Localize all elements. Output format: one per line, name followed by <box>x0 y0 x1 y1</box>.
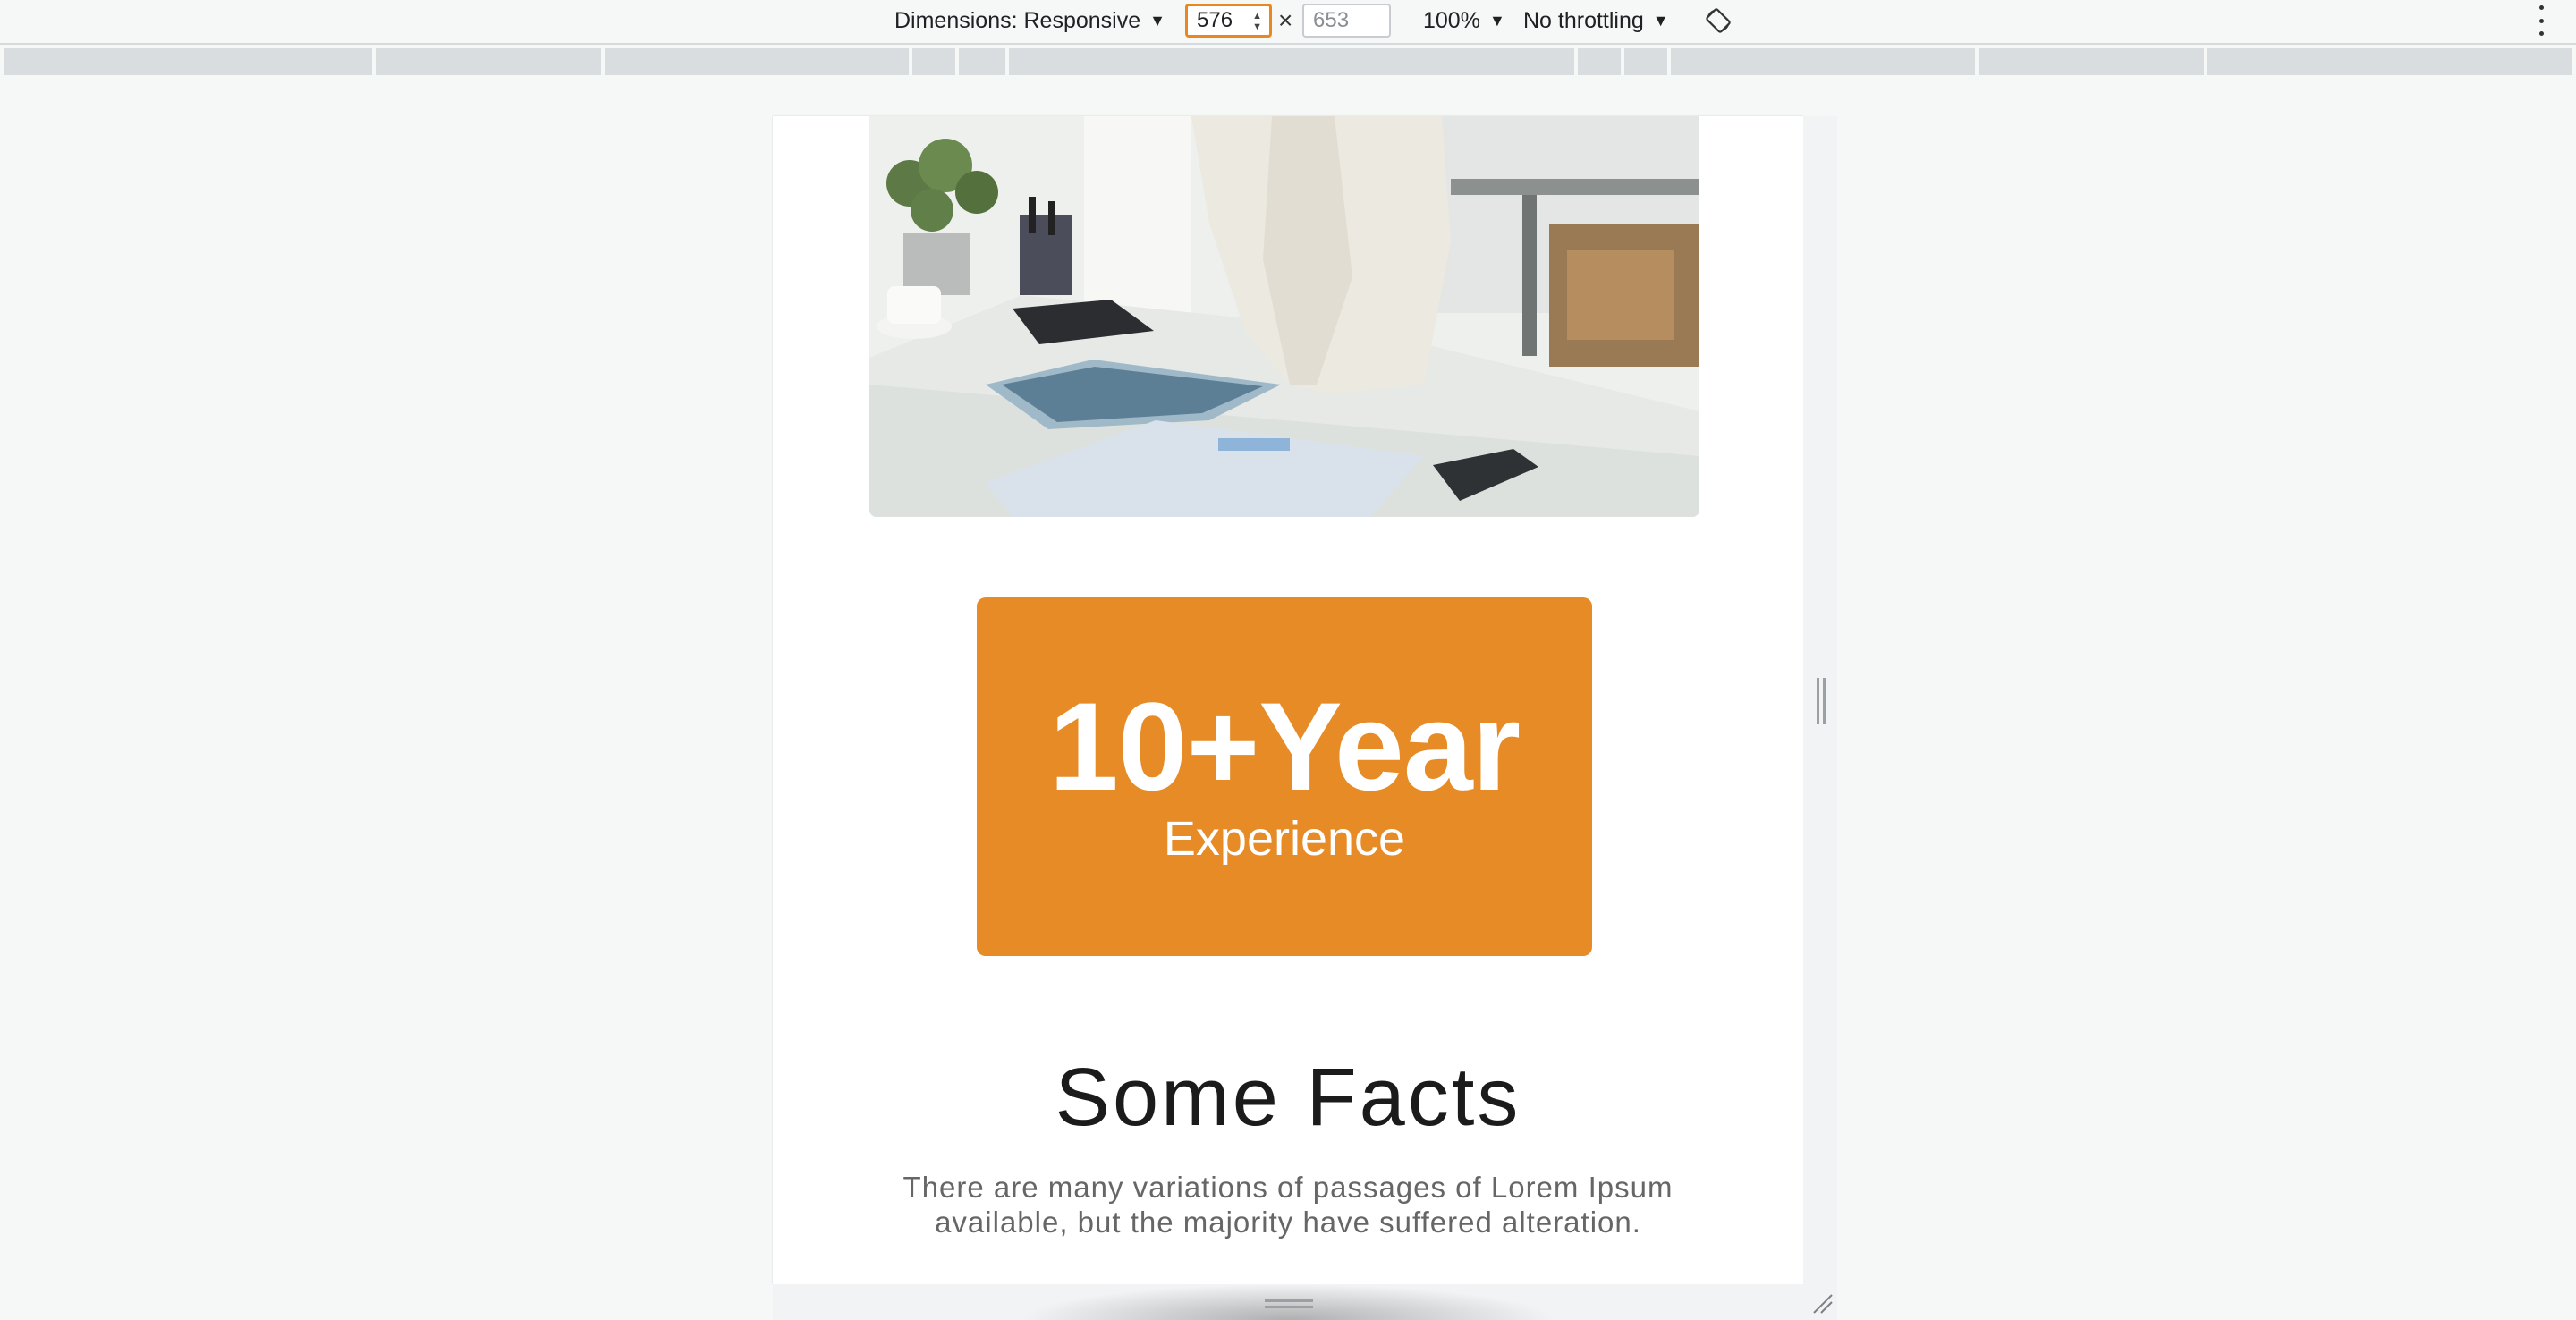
media-query-segment[interactable] <box>1009 48 1574 75</box>
media-query-segment[interactable] <box>1671 48 1975 75</box>
media-query-bar <box>4 48 2572 75</box>
facts-title: Some Facts <box>1055 1052 1521 1143</box>
media-query-segment[interactable] <box>912 48 955 75</box>
facts-text-line: available, but the majority have suffere… <box>935 1206 1641 1239</box>
corner-resize-icon[interactable] <box>1810 1291 1834 1315</box>
experience-label: Experience <box>1163 812 1406 866</box>
resize-handle-icon[interactable] <box>1817 678 1826 724</box>
media-query-segment[interactable] <box>4 48 372 75</box>
height-input[interactable]: 653 <box>1302 4 1391 38</box>
device-toolbar: Dimensions: Responsive ▼ 576 ▲ ▼ × 653 10… <box>0 0 2576 45</box>
chevron-down-icon: ▼ <box>1652 11 1669 30</box>
times-symbol: × <box>1278 6 1293 34</box>
width-input[interactable]: 576 ▲ ▼ <box>1185 4 1272 38</box>
resize-handle-icon[interactable] <box>1265 1299 1313 1308</box>
chevron-down-icon: ▼ <box>1149 11 1165 30</box>
experience-card: 10+Year Experience <box>977 597 1592 956</box>
throttling-label: No throttling <box>1523 7 1644 33</box>
experience-number: 10+Year <box>1048 676 1521 817</box>
office-desk-photo <box>869 116 1699 517</box>
media-query-segment[interactable] <box>376 48 601 75</box>
media-query-segment[interactable] <box>1624 48 1667 75</box>
spinner-icon[interactable]: ▲ ▼ <box>1252 11 1262 32</box>
rotate-icon[interactable] <box>1705 7 1732 34</box>
width-value: 576 <box>1197 8 1233 32</box>
height-placeholder: 653 <box>1313 8 1350 32</box>
media-query-segment[interactable] <box>605 48 909 75</box>
chevron-down-icon: ▼ <box>1488 11 1505 30</box>
device-viewport: 10+Year Experience Some Facts There are … <box>773 116 1803 1284</box>
media-query-segment[interactable] <box>2207 48 2572 75</box>
zoom-dropdown[interactable]: 100% ▼ <box>1423 0 1505 41</box>
dimensions-dropdown[interactable]: Dimensions: Responsive ▼ <box>894 0 1165 41</box>
media-query-segment[interactable] <box>1979 48 2204 75</box>
facts-text: There are many variations of passages of… <box>880 1170 1696 1240</box>
zoom-label: 100% <box>1423 7 1480 33</box>
media-query-segment[interactable] <box>1578 48 1621 75</box>
facts-text-line: There are many variations of passages of… <box>902 1171 1674 1204</box>
hero-image <box>869 116 1699 517</box>
dimensions-label: Dimensions: Responsive <box>894 7 1141 33</box>
media-query-segment[interactable] <box>959 48 1005 75</box>
throttling-dropdown[interactable]: No throttling ▼ <box>1523 0 1669 41</box>
more-options-icon[interactable] <box>2537 5 2546 36</box>
